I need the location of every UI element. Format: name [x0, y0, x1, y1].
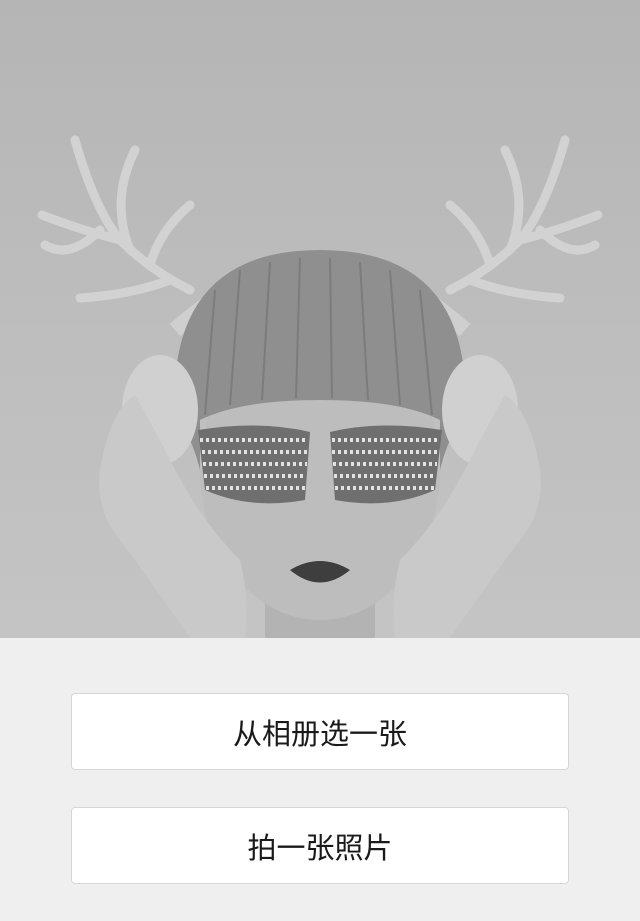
photo-preview	[0, 0, 640, 638]
action-sheet: 从相册选一张 拍一张照片	[0, 638, 640, 921]
choose-from-album-button[interactable]: 从相册选一张	[71, 693, 569, 770]
portrait-illustration	[37, 135, 603, 638]
take-photo-button[interactable]: 拍一张照片	[71, 807, 569, 884]
